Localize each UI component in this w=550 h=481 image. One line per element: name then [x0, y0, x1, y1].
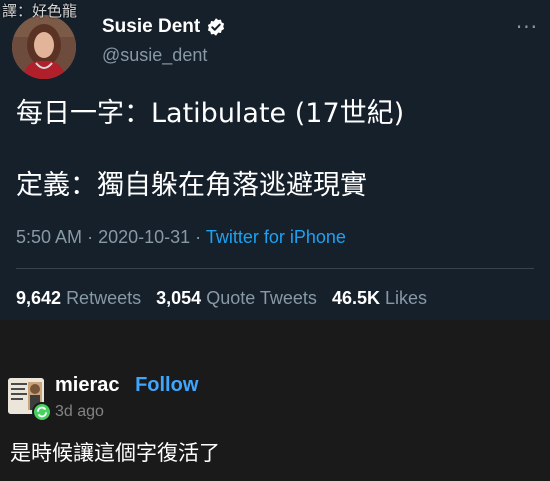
author-handle[interactable]: @susie_dent — [102, 42, 226, 68]
meta-separator: · — [87, 227, 94, 247]
verified-badge-icon — [206, 17, 226, 37]
tweet-source-link[interactable]: Twitter for iPhone — [206, 227, 346, 247]
stats-divider — [16, 268, 534, 269]
avatar-portrait-image — [12, 15, 76, 79]
online-badge-icon — [32, 402, 52, 422]
tweet-date[interactable]: 2020-10-31 — [98, 227, 190, 247]
tweet-text-line-2: 定義：獨自躲在角落逃避現實 — [16, 170, 367, 201]
tweet-card: 譯：好色龍 Susie Dent @susie_dent ··· 每日一字：La… — [0, 0, 550, 320]
likes-label: Likes — [385, 288, 428, 308]
comment-body: 是時候讓這個字復活了 — [10, 441, 220, 465]
tweet-text-line-1: 每日一字：Latibulate (17世紀) — [16, 98, 405, 129]
tweet-stats: 9,642 Retweets 3,054 Quote Tweets 46.5K … — [16, 285, 437, 311]
tweet-meta: 5:50 AM · 2020-10-31 · Twitter for iPhon… — [16, 224, 346, 250]
comment-timestamp: 3d ago — [55, 403, 104, 420]
author-avatar[interactable] — [12, 15, 76, 79]
retweets-label: Retweets — [66, 288, 142, 308]
commenter-header: mierac Follow — [55, 372, 198, 398]
quote-tweets-label: Quote Tweets — [206, 288, 317, 308]
tweet-time[interactable]: 5:50 AM — [16, 227, 82, 247]
quote-tweets-stat[interactable]: 3,054 Quote Tweets — [156, 288, 322, 308]
follow-button[interactable]: Follow — [135, 374, 198, 396]
author-name[interactable]: Susie Dent — [102, 14, 200, 40]
retweets-stat[interactable]: 9,642 Retweets — [16, 288, 146, 308]
retweets-count: 9,642 — [16, 288, 62, 308]
more-options-icon[interactable]: ··· — [516, 17, 538, 37]
commenter-username[interactable]: mierac — [55, 374, 120, 396]
screenshot: 譯：好色龍 Susie Dent @susie_dent ··· 每日一字：La… — [0, 0, 550, 481]
likes-stat[interactable]: 46.5K Likes — [332, 288, 427, 308]
meta-separator: · — [195, 227, 202, 247]
tweet-author: Susie Dent @susie_dent — [102, 14, 226, 68]
quote-tweets-count: 3,054 — [156, 288, 202, 308]
likes-count: 46.5K — [331, 288, 380, 308]
reddit-comment: mierac Follow 3d ago 是時候讓這個字復活了 — [0, 320, 550, 481]
translator-watermark: 譯：好色龍 — [2, 2, 78, 20]
